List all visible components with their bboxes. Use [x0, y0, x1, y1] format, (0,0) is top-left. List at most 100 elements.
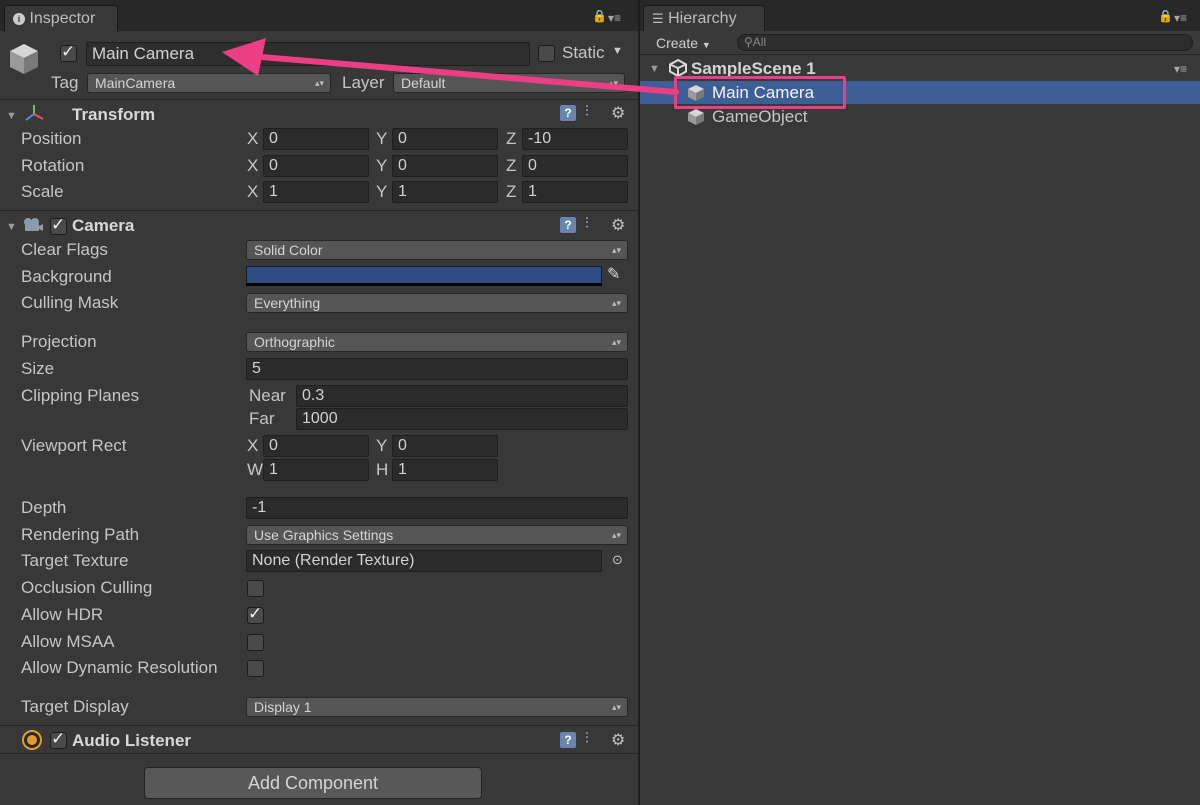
depth-field[interactable]: -1	[246, 497, 628, 519]
foldout-arrow-icon[interactable]: ▼	[6, 221, 17, 233]
updown-arrow-icon: ▴▾	[608, 78, 618, 88]
projection-value: Orthographic	[254, 334, 335, 350]
presets-icon[interactable]: ⫶	[585, 215, 589, 232]
info-icon: i	[13, 13, 25, 25]
viewport-y-field[interactable]: 0	[392, 435, 498, 457]
scale-label: Scale	[21, 182, 64, 201]
culling-mask-dropdown[interactable]: Everything ▴▾	[246, 293, 628, 313]
rotation-x-field[interactable]: 0	[263, 155, 369, 177]
occlusion-culling-label: Occlusion Culling	[21, 578, 153, 597]
tag-dropdown[interactable]: MainCamera ▴▾	[87, 73, 331, 93]
rotation-z-field[interactable]: 0	[522, 155, 628, 177]
inspector-panel: i Inspector 🔒 ▾≡ Main Camera Static ▼ Ta…	[0, 0, 638, 805]
updown-arrow-icon: ▴▾	[611, 245, 621, 255]
allow-hdr-checkbox[interactable]	[247, 604, 264, 624]
audio-listener-title: Audio Listener	[72, 731, 192, 750]
size-label: Size	[21, 359, 55, 378]
far-label: Far	[249, 409, 275, 428]
far-field[interactable]: 1000	[296, 408, 628, 430]
camera-enabled-checkbox[interactable]	[50, 215, 67, 235]
layer-value: Default	[401, 75, 446, 91]
updown-arrow-icon: ▴▾	[611, 337, 621, 347]
gear-icon[interactable]: ⚙	[611, 215, 625, 235]
lock-icon[interactable]: 🔒	[592, 9, 607, 23]
help-icon[interactable]: ?	[560, 732, 576, 748]
rendering-path-dropdown[interactable]: Use Graphics Settings ▴▾	[246, 525, 628, 545]
axis-y-label: Y	[376, 182, 388, 201]
allow-msaa-checkbox[interactable]	[247, 634, 264, 651]
allow-msaa-label: Allow MSAA	[21, 632, 115, 651]
position-y-field[interactable]: 0	[392, 128, 498, 150]
viewport-x-label: X	[247, 436, 259, 455]
position-z-field[interactable]: -10	[522, 128, 628, 150]
size-field[interactable]: 5	[246, 358, 628, 380]
tab-inspector[interactable]: i Inspector	[4, 5, 118, 32]
object-picker-icon[interactable]: ⊙	[612, 552, 623, 568]
panel-menu-icon[interactable]: ▾≡	[608, 11, 621, 25]
viewport-w-label: W	[247, 460, 264, 479]
audio-listener-enabled-checkbox[interactable]	[50, 729, 67, 749]
occlusion-culling-checkbox[interactable]	[247, 580, 264, 597]
lock-icon[interactable]: 🔒	[1158, 9, 1173, 23]
eyedropper-icon[interactable]: ✎	[607, 264, 620, 284]
axis-z-label: Z	[506, 182, 517, 201]
viewport-y-label: Y	[376, 436, 388, 455]
viewport-x-field[interactable]: 0	[263, 435, 369, 457]
divider	[0, 210, 638, 211]
background-color-swatch[interactable]	[246, 266, 602, 286]
scale-x-field[interactable]: 1	[263, 181, 369, 203]
layer-dropdown[interactable]: Default ▴▾	[393, 73, 625, 93]
gameobject-cube-icon	[687, 108, 705, 126]
highlight-box-annotation	[674, 76, 846, 109]
help-icon[interactable]: ?	[560, 217, 576, 233]
scale-z-field[interactable]: 1	[522, 181, 628, 203]
allow-hdr-label: Allow HDR	[21, 605, 104, 624]
tab-hierarchy[interactable]: ☰ Hierarchy	[643, 5, 765, 32]
divider	[0, 99, 638, 100]
static-label: Static	[562, 43, 605, 62]
target-display-label: Target Display	[21, 697, 129, 716]
axis-x-label: X	[247, 129, 259, 148]
projection-dropdown[interactable]: Orthographic ▴▾	[246, 332, 628, 352]
camera-title: Camera	[72, 216, 135, 235]
target-display-dropdown[interactable]: Display 1 ▴▾	[246, 697, 628, 717]
gear-icon[interactable]: ⚙	[611, 730, 625, 750]
axis-y-label: Y	[376, 129, 388, 148]
divider	[0, 725, 638, 726]
updown-arrow-icon: ▴▾	[611, 298, 621, 308]
foldout-arrow-icon[interactable]: ▼	[6, 110, 17, 122]
target-texture-field[interactable]: None (Render Texture)	[246, 550, 602, 572]
help-icon[interactable]: ?	[560, 105, 576, 121]
presets-icon[interactable]: ⫶	[585, 103, 589, 120]
object-name-input[interactable]: Main Camera	[86, 42, 530, 66]
presets-icon[interactable]: ⫶	[585, 730, 589, 747]
rendering-path-label: Rendering Path	[21, 525, 140, 544]
panel-menu-icon[interactable]: ▾≡	[1174, 11, 1187, 25]
clear-flags-dropdown[interactable]: Solid Color ▴▾	[246, 240, 628, 260]
viewport-h-field[interactable]: 1	[392, 459, 498, 481]
scene-menu-icon[interactable]: ▾≡	[1174, 62, 1187, 76]
scene-foldout-arrow-icon[interactable]: ▼	[649, 63, 660, 75]
layer-label: Layer	[342, 73, 385, 92]
gameobject-cube-icon	[8, 42, 40, 76]
search-input[interactable]: ⚲All	[737, 34, 1193, 51]
viewport-w-field[interactable]: 1	[263, 459, 369, 481]
background-label: Background	[21, 267, 112, 286]
transform-title: Transform	[72, 105, 156, 124]
gear-icon[interactable]: ⚙	[611, 103, 625, 123]
static-dropdown-arrow-icon[interactable]: ▼	[612, 45, 623, 57]
active-checkbox[interactable]	[60, 42, 77, 62]
create-dropdown[interactable]: Create ▼	[656, 35, 711, 51]
static-checkbox[interactable]	[538, 45, 555, 62]
scale-y-field[interactable]: 1	[392, 181, 498, 203]
add-component-button[interactable]: Add Component	[144, 767, 482, 799]
position-label: Position	[21, 129, 82, 148]
list-icon: ☰	[652, 11, 664, 26]
near-field[interactable]: 0.3	[296, 385, 628, 407]
rotation-y-field[interactable]: 0	[392, 155, 498, 177]
allow-dynamic-resolution-checkbox[interactable]	[247, 660, 264, 677]
axis-z-label: Z	[506, 129, 517, 148]
hierarchy-row-gameobject[interactable]: GameObject	[712, 107, 807, 127]
position-x-field[interactable]: 0	[263, 128, 369, 150]
updown-arrow-icon: ▴▾	[611, 702, 621, 712]
